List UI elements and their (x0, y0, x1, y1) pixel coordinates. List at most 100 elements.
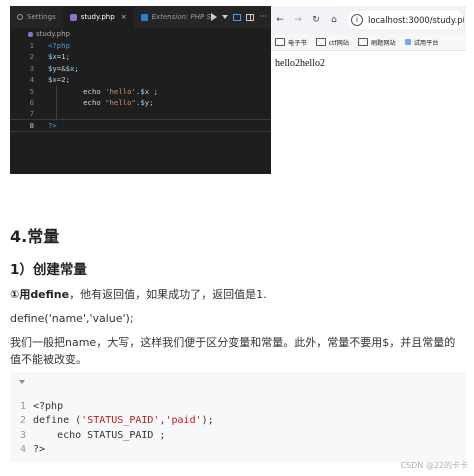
line-number: 1 (19, 401, 26, 412)
tab-study-php[interactable]: study.php × (62, 6, 134, 28)
code-token: $y (140, 97, 150, 107)
folder-icon (357, 38, 368, 46)
line-number: 1 (29, 41, 34, 50)
code-line[interactable]: 3 $y =& $x; (10, 63, 271, 74)
editor-tab-bar: Settings study.php × Extension: PHP Se ·… (10, 6, 271, 28)
code-token: 'STATUS_PAID' (81, 415, 160, 427)
folder-icon (275, 38, 285, 46)
code-token: define (33, 415, 70, 427)
code-line[interactable]: 6 echo "hello". $y; (10, 96, 271, 109)
bookmarks-bar: 电子书 ctf网站 刷题网站 试用平台 (271, 34, 466, 51)
php-file-icon (69, 13, 77, 21)
editor-actions: ··· (211, 6, 267, 28)
run-icon[interactable] (211, 13, 218, 21)
code-token: <?php (48, 41, 70, 50)
forward-arrow-icon[interactable]: → (289, 15, 307, 25)
code-token: echo (83, 86, 101, 96)
preview-icon[interactable] (233, 13, 242, 21)
code-line[interactable]: 7 (10, 108, 271, 120)
info-icon[interactable]: i (351, 14, 363, 26)
page-output: hello2hello2 (275, 58, 325, 69)
code-line[interactable]: 8 ?> (10, 118, 271, 133)
code-area[interactable]: 1 <?php 2 $x =1; 3 $y =& $x; 4 $x =2; 5 echo 'hello'… (10, 40, 271, 133)
code-token: "hello" (105, 97, 136, 107)
code-line[interactable]: 4 ?> (10, 443, 214, 457)
code-line[interactable]: 4 $x =2; (10, 74, 271, 85)
code-token: =& (56, 63, 66, 73)
tab-label: Settings (27, 13, 56, 21)
tab-label: study.php (80, 13, 115, 21)
browser-window: ← → ↻ ⌂ i localhost:3000/study.php 电子书 c… (271, 6, 466, 174)
code-line[interactable]: 2 $x =1; (10, 51, 271, 62)
code-token: <?php (33, 401, 64, 412)
url-text: localhost:3000/study.php (368, 15, 464, 25)
code-token: =2; (56, 75, 70, 85)
define-emphasis: ①用define (10, 288, 70, 301)
define-description-text: ，他有返回值，如果成功了，返回值是1. (69, 288, 267, 301)
code-block: 1 <?php 2 define ('STATUS_PAID','paid'); 3 e… (10, 372, 466, 462)
indent-guide (56, 96, 57, 109)
more-actions-icon[interactable]: ··· (259, 13, 267, 21)
gear-icon (17, 14, 23, 20)
define-description: ①用define，他有返回值，如果成功了，返回值是1. (10, 286, 267, 303)
code-token: $x (140, 86, 150, 96)
split-editor-icon[interactable] (246, 13, 255, 21)
reload-icon[interactable]: ↻ (307, 15, 325, 25)
code-token: $x (65, 63, 75, 73)
code-line[interactable]: 1 <?php (10, 40, 271, 51)
code-token: ?> (48, 120, 57, 130)
home-icon[interactable]: ⌂ (325, 15, 343, 25)
back-arrow-icon[interactable]: ← (271, 15, 289, 25)
indent-guide (56, 85, 57, 97)
extension-icon (140, 13, 148, 21)
folder-icon (315, 38, 326, 46)
code-token: $x (48, 52, 57, 62)
code-line[interactable]: 1 <?php (10, 400, 214, 414)
code-token: echo (83, 97, 101, 107)
browser-toolbar: ← → ↻ ⌂ i localhost:3000/study.php (271, 6, 466, 34)
bookmark-label: ctf网站 (328, 39, 349, 47)
code-token: ; (149, 86, 158, 96)
tab-settings[interactable]: Settings (10, 6, 63, 28)
code-block-lines[interactable]: 1 <?php 2 define ('STATUS_PAID','paid'); 3 e… (10, 400, 214, 457)
code-line[interactable]: 2 define ('STATUS_PAID','paid'); (10, 414, 214, 428)
watermark: CSDN @22的卡卡 (400, 461, 468, 470)
collapse-chevron-icon[interactable] (19, 380, 25, 384)
line-number: 6 (29, 97, 34, 107)
line-number: 2 (19, 415, 26, 427)
breadcrumb: study.php (10, 28, 271, 40)
code-token: $x (48, 75, 57, 85)
line-number: 2 (29, 52, 34, 62)
code-token: ; (149, 97, 154, 107)
bookmark-trial[interactable]: 试用平台 (404, 38, 438, 47)
line-number: 8 (29, 120, 34, 130)
bookmark-label: 电子书 (288, 39, 307, 47)
indent-guide (56, 108, 57, 120)
php-file-icon (28, 31, 33, 37)
bookmark-icon (404, 39, 411, 45)
code-token: ; (74, 63, 79, 73)
subsection-heading: 1）创建常量 (10, 262, 87, 278)
code-token: echo STATUS_PAID ; (33, 429, 166, 441)
code-token: 'paid' (165, 415, 202, 427)
tab-extension[interactable]: Extension: PHP Se (134, 6, 223, 28)
code-line[interactable]: 5 echo 'hello'. $x ; (10, 85, 271, 97)
line-number: 4 (29, 75, 34, 85)
chevron-down-icon[interactable] (222, 15, 229, 19)
close-icon[interactable]: × (121, 13, 127, 21)
code-token: =1; (56, 52, 70, 62)
bookmark-practice[interactable]: 刷题网站 (357, 38, 396, 47)
tab-label: Extension: PHP Se (151, 13, 216, 21)
constant-naming-note: 我们一般把name，大写，这样我们便于区分变量和常量。此外，常量不要用$，并且常… (10, 336, 456, 366)
code-editor-panel: Settings study.php × Extension: PHP Se ·… (10, 6, 271, 174)
bookmark-ctf[interactable]: ctf网站 (315, 38, 349, 47)
bookmark-ebooks[interactable]: 电子书 (275, 38, 307, 47)
code-line[interactable]: 3 echo STATUS_PAID ; (10, 429, 214, 443)
code-token: ?> (33, 443, 46, 455)
breadcrumb-file[interactable]: study.php (36, 30, 70, 38)
embedded-screenshot: Settings study.php × Extension: PHP Se ·… (10, 6, 466, 174)
code-token: 'hello' (105, 86, 136, 96)
address-bar[interactable]: i localhost:3000/study.php (347, 11, 464, 29)
